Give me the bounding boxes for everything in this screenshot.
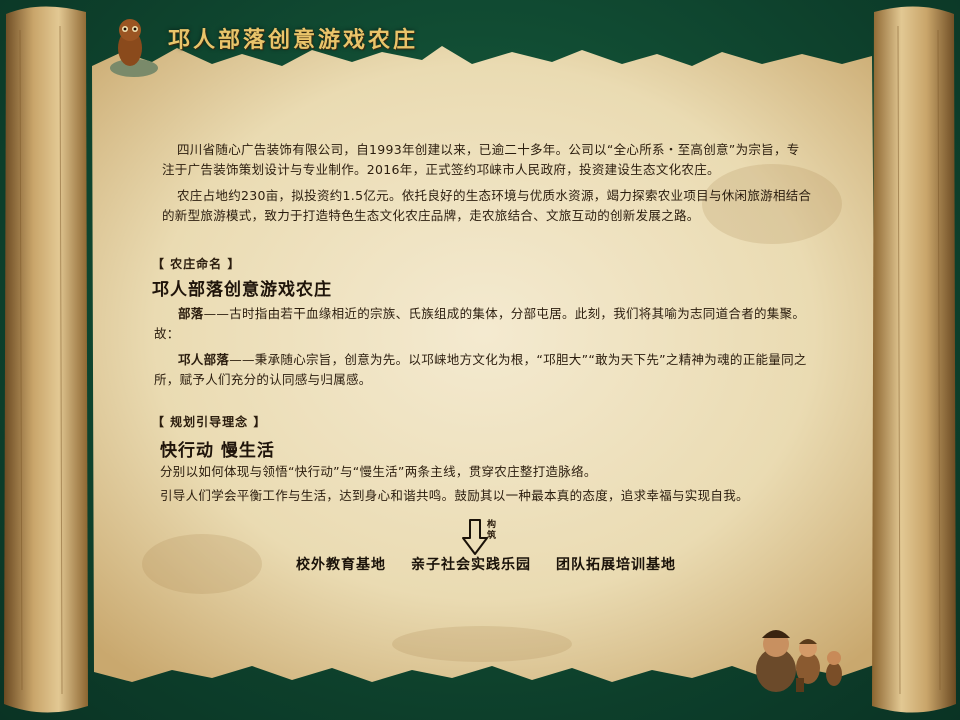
section-heading-planning: 快行动 慢生活 <box>160 441 275 461</box>
document-body: 四川省随心广告装饰有限公司，自1993年创建以来，已逾二十多年。公司以“全心所系… <box>0 0 960 720</box>
naming-definition-1: 部落——古时指由若干血缘相近的宗族、氏族组成的集体，分部屯居。此刻，我们将其喻为… <box>154 304 814 344</box>
base-item-education: 校外教育基地 <box>296 557 386 573</box>
section-tag-planning: 【 规划引导理念 】 <box>152 415 267 429</box>
intro-paragraph-1: 四川省随心广告装饰有限公司，自1993年创建以来，已逾二十多年。公司以“全心所系… <box>162 142 800 177</box>
cave-characters-illustration-icon <box>756 630 842 692</box>
planning-paragraph-2: 引导人们学会平衡工作与生活，达到身心和谐共鸣。鼓励其以一种最本真的态度，追求幸福… <box>160 488 749 503</box>
term-buluo: 部落 <box>178 306 204 321</box>
base-item-team-training: 团队拓展培训基地 <box>556 557 676 573</box>
definition-buluo: ——古时指由若干血缘相近的宗族、氏族组成的集体，分部屯居。此刻，我们将其喻为志同… <box>154 306 806 341</box>
down-arrow-icon <box>462 519 488 555</box>
term-qiongren-buluo: 邛人部落 <box>178 352 230 367</box>
base-item-family-park: 亲子社会实践乐园 <box>411 557 531 573</box>
planning-paragraph-1: 分别以如何体现与领悟“快行动”与“慢生活”两条主线，贯穿农庄整打造脉络。 <box>160 464 597 479</box>
definition-qiongren-buluo: ——秉承随心宗旨，创意为先。以邛崃地方文化为根，“邛胆大”“敢为天下先”之精神为… <box>154 352 807 387</box>
intro-paragraph-2: 农庄占地约230亩，拟投资约1.5亿元。依托良好的生态环境与优质水资源，竭力探索… <box>162 188 812 223</box>
construct-label: 构筑 <box>487 520 497 541</box>
bases-list: 校外教育基地 亲子社会实践乐园 团队拓展培训基地 <box>296 554 676 574</box>
naming-definition-2: 邛人部落——秉承随心宗旨，创意为先。以邛崃地方文化为根，“邛胆大”“敢为天下先”… <box>154 350 814 390</box>
page: 邛人部落创意游戏农庄 四川省随心广告装饰有限公司，自1993年创建以来，已逾二十… <box>0 0 960 720</box>
section-heading-naming: 邛人部落创意游戏农庄 <box>152 280 332 300</box>
section-tag-naming: 【 农庄命名 】 <box>152 257 241 271</box>
